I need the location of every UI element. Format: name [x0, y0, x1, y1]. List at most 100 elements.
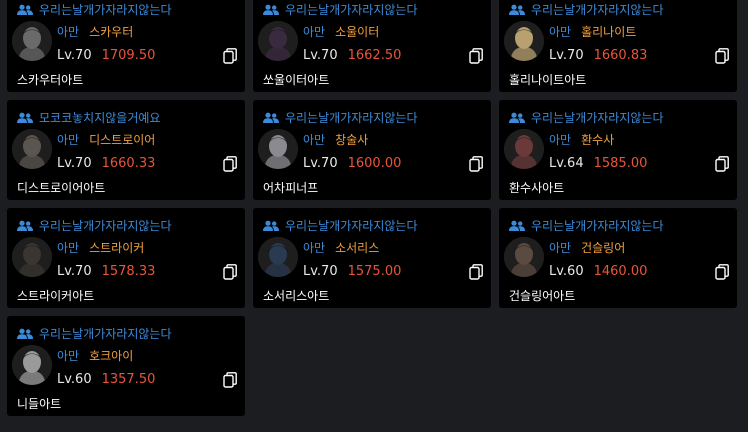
- people-icon: [17, 328, 33, 339]
- class-name: 호크아이: [89, 349, 134, 363]
- people-icon: [17, 112, 33, 123]
- guild-row: 우리는날개가자라지않는다: [263, 217, 417, 234]
- level-row: Lv.70 1600.00: [303, 156, 401, 171]
- level-row: Lv.60 1357.50: [57, 372, 155, 387]
- character-name: 니들아트: [17, 397, 62, 411]
- level-row: Lv.70 1662.50: [303, 48, 401, 63]
- item-level: 1575.00: [347, 264, 402, 279]
- character-grid: 우리는날개가자라지않는다 아만 스카우터 Lv.70 1709.50 스카우터아트: [7, 0, 737, 416]
- character-portrait: [12, 237, 52, 277]
- guild-row: 우리는날개가자라지않는다: [17, 217, 171, 234]
- guild-row: 우리는날개가자라지않는다: [509, 217, 663, 234]
- people-icon: [263, 220, 279, 231]
- copy-icon[interactable]: [469, 48, 483, 64]
- guild-row: 우리는날개가자라지않는다: [17, 1, 171, 18]
- server-name: 아만: [57, 25, 80, 39]
- server-class-row: 아만 건슬링어: [549, 239, 625, 256]
- item-level: 1709.50: [101, 48, 156, 63]
- level-row: Lv.70 1578.33: [57, 264, 155, 279]
- character-name: 환수사아트: [509, 181, 565, 195]
- copy-icon[interactable]: [223, 264, 237, 280]
- character-portrait: [258, 129, 298, 169]
- guild-row: 우리는날개가자라지않는다: [263, 1, 417, 18]
- server-name: 아만: [303, 25, 326, 39]
- server-name: 아만: [57, 133, 80, 147]
- copy-icon[interactable]: [469, 264, 483, 280]
- character-card[interactable]: 우리는날개가자라지않는다 아만 호크아이 Lv.60 1357.50 니들아트: [7, 316, 245, 416]
- character-card[interactable]: 우리는날개가자라지않는다 아만 창술사 Lv.70 1600.00 어차피너프: [253, 100, 491, 200]
- server-name: 아만: [303, 241, 326, 255]
- character-card[interactable]: 우리는날개가자라지않는다 아만 환수사 Lv.64 1585.00 환수사아트: [499, 100, 737, 200]
- character-card[interactable]: 모코코놓치지않을거예요 아만 디스트로이어 Lv.70 1660.33 디스트로이어…: [7, 100, 245, 200]
- character-name: 스트라이커아트: [17, 289, 95, 303]
- character-level: Lv.70: [549, 48, 584, 63]
- people-icon: [17, 220, 33, 231]
- class-name: 환수사: [581, 133, 615, 147]
- copy-icon[interactable]: [715, 156, 729, 172]
- character-card[interactable]: 우리는날개가자라지않는다 아만 소울이터 Lv.70 1662.50 쏘울이터아트: [253, 0, 491, 92]
- item-level: 1578.33: [101, 264, 156, 279]
- guild-name: 우리는날개가자라지않는다: [39, 327, 172, 341]
- guild-name: 모코코놓치지않을거예요: [39, 111, 161, 125]
- guild-row: 우리는날개가자라지않는다: [17, 325, 171, 342]
- class-name: 소울이터: [335, 25, 380, 39]
- server-class-row: 아만 소울이터: [303, 23, 379, 40]
- character-card[interactable]: 우리는날개가자라지않는다 아만 건슬링어 Lv.60 1460.00 건슬링어아트: [499, 208, 737, 308]
- guild-name: 우리는날개가자라지않는다: [531, 111, 664, 125]
- class-name: 디스트로이어: [89, 133, 156, 147]
- character-card[interactable]: 우리는날개가자라지않는다 아만 스카우터 Lv.70 1709.50 스카우터아트: [7, 0, 245, 92]
- item-level: 1460.00: [593, 264, 648, 279]
- server-class-row: 아만 소서리스: [303, 239, 379, 256]
- level-row: Lv.70 1660.83: [549, 48, 647, 63]
- people-icon: [263, 112, 279, 123]
- level-row: Lv.60 1460.00: [549, 264, 647, 279]
- server-class-row: 아만 환수사: [549, 131, 614, 148]
- copy-icon[interactable]: [469, 156, 483, 172]
- guild-name: 우리는날개가자라지않는다: [285, 111, 418, 125]
- people-icon: [509, 4, 525, 15]
- character-level: Lv.70: [303, 156, 338, 171]
- guild-row: 우리는날개가자라지않는다: [509, 109, 663, 126]
- character-name: 스카우터아트: [17, 73, 84, 87]
- guild-name: 우리는날개가자라지않는다: [285, 3, 418, 17]
- character-portrait: [12, 345, 52, 385]
- item-level: 1600.00: [347, 156, 402, 171]
- copy-icon[interactable]: [223, 372, 237, 388]
- copy-icon[interactable]: [715, 264, 729, 280]
- class-name: 소서리스: [335, 241, 380, 255]
- server-class-row: 아만 호크아이: [57, 347, 133, 364]
- item-level: 1357.50: [101, 372, 156, 387]
- character-card[interactable]: 우리는날개가자라지않는다 아만 스트라이커 Lv.70 1578.33 스트라이커아…: [7, 208, 245, 308]
- item-level: 1660.33: [101, 156, 156, 171]
- character-name: 소서리스아트: [263, 289, 330, 303]
- class-name: 스카우터: [89, 25, 134, 39]
- level-row: Lv.70 1660.33: [57, 156, 155, 171]
- guild-name: 우리는날개가자라지않는다: [39, 219, 172, 233]
- character-portrait: [12, 129, 52, 169]
- server-name: 아만: [303, 133, 326, 147]
- copy-icon[interactable]: [223, 156, 237, 172]
- guild-name: 우리는날개가자라지않는다: [39, 3, 172, 17]
- character-level: Lv.60: [57, 372, 92, 387]
- guild-name: 우리는날개가자라지않는다: [285, 219, 418, 233]
- class-name: 스트라이커: [89, 241, 145, 255]
- character-portrait: [258, 21, 298, 61]
- server-class-row: 아만 스트라이커: [57, 239, 144, 256]
- class-name: 건슬링어: [581, 241, 626, 255]
- character-card[interactable]: 우리는날개가자라지않는다 아만 홀리나이트 Lv.70 1660.83 홀리나이트아…: [499, 0, 737, 92]
- character-level: Lv.70: [303, 48, 338, 63]
- people-icon: [263, 4, 279, 15]
- character-name: 쏘울이터아트: [263, 73, 330, 87]
- item-level: 1662.50: [347, 48, 402, 63]
- character-level: Lv.60: [549, 264, 584, 279]
- class-name: 창술사: [335, 133, 369, 147]
- people-icon: [509, 220, 525, 231]
- character-name: 홀리나이트아트: [509, 73, 587, 87]
- copy-icon[interactable]: [715, 48, 729, 64]
- character-portrait: [504, 237, 544, 277]
- copy-icon[interactable]: [223, 48, 237, 64]
- server-name: 아만: [57, 349, 80, 363]
- character-name: 디스트로이어아트: [17, 181, 106, 195]
- character-level: Lv.70: [303, 264, 338, 279]
- character-card[interactable]: 우리는날개가자라지않는다 아만 소서리스 Lv.70 1575.00 소서리스아트: [253, 208, 491, 308]
